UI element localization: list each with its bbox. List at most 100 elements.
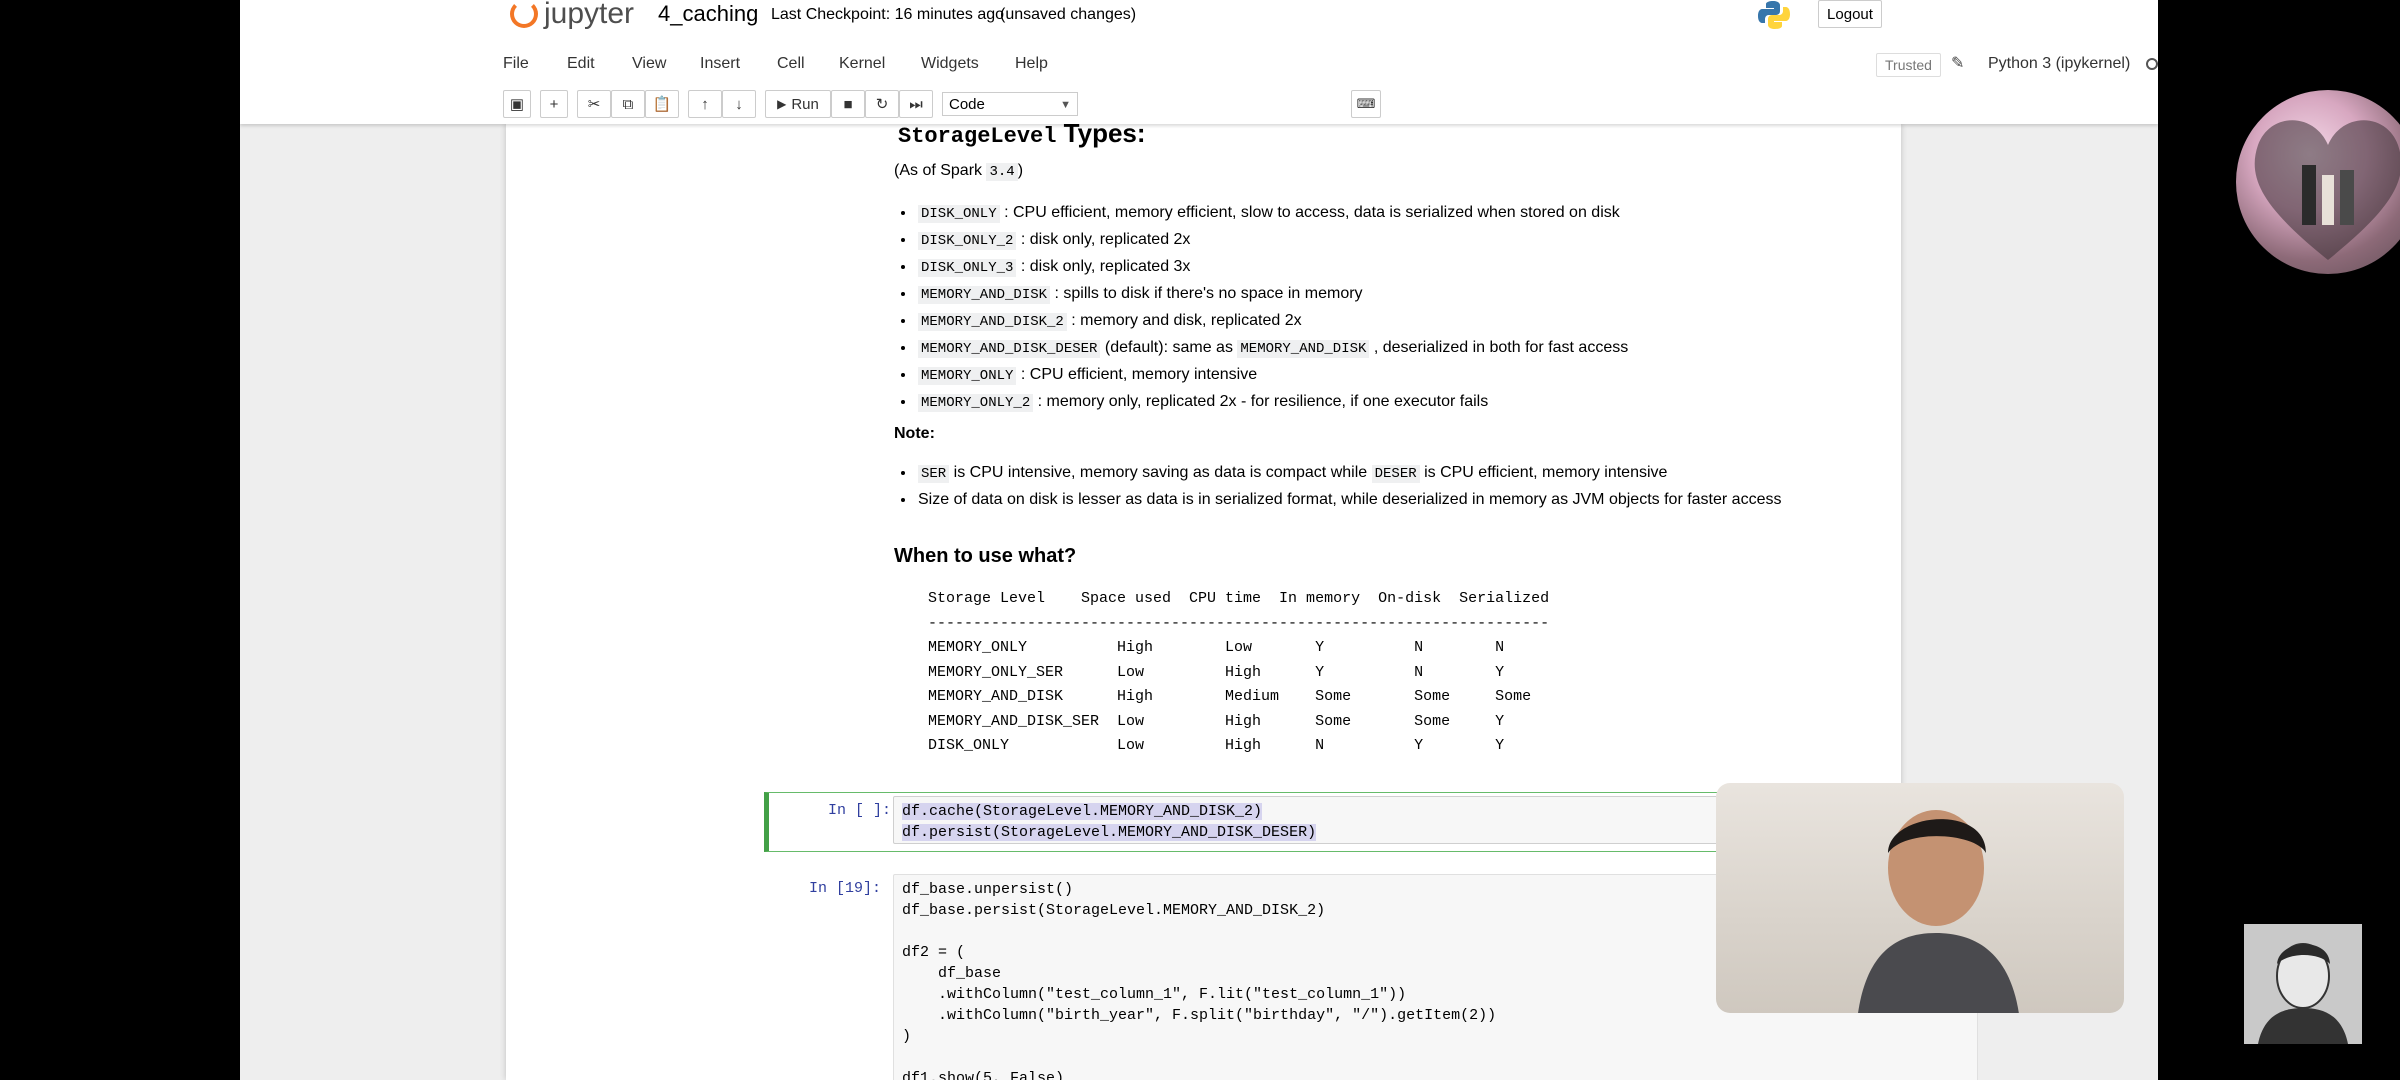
paste-button[interactable]: 📋: [645, 90, 679, 118]
cell-type-select[interactable]: Code ▼: [942, 92, 1078, 116]
command-palette-button[interactable]: ⌨: [1351, 90, 1381, 118]
level-code: DISK_ONLY: [918, 205, 1000, 223]
level-desc: : disk only, replicated 3x: [1016, 258, 1191, 275]
menu-edit[interactable]: Edit: [567, 50, 595, 78]
storage-level-list: DISK_ONLY : CPU efficient, memory effici…: [894, 200, 1628, 416]
level-code: MEMORY_ONLY_2: [918, 394, 1034, 412]
level-desc: (default): same as: [1100, 339, 1238, 356]
note-desc: Size of data on disk is lesser as data i…: [918, 491, 1782, 508]
heading-code: StorageLevel: [898, 124, 1057, 149]
level-code: MEMORY_AND_DISK_2: [918, 313, 1067, 331]
channel-avatar: [2244, 924, 2362, 1044]
menu-widgets[interactable]: Widgets: [921, 50, 979, 78]
restart-button[interactable]: ↻: [865, 90, 899, 118]
move-up-button[interactable]: ↑: [688, 90, 722, 118]
save-button[interactable]: ▣: [503, 90, 531, 118]
level-desc: : spills to disk if there's no space in …: [1050, 285, 1363, 302]
when-to-use-heading: When to use what?: [894, 545, 1077, 567]
as-of-suffix: ): [1017, 162, 1024, 179]
code-line: df1.show(5, False): [902, 1070, 1065, 1080]
note-code: DESER: [1371, 465, 1420, 483]
unsaved-indicator: (unsaved changes): [1000, 6, 1137, 23]
menu-bar: File Edit View Insert Cell Kernel Widget…: [503, 50, 2158, 78]
jupyter-logo-icon: [510, 0, 538, 28]
level-desc: : memory and disk, replicated 2x: [1066, 312, 1302, 329]
level-desc: : CPU efficient, memory intensive: [1016, 366, 1258, 383]
note-label-text: Note: [894, 425, 930, 442]
notes-list: SER is CPU intensive, memory saving as d…: [894, 460, 1781, 512]
interrupt-button[interactable]: ■: [831, 90, 865, 118]
list-item: Size of data on disk is lesser as data i…: [916, 487, 1781, 512]
cell-prompt: In [ ]:: [827, 802, 891, 819]
paste-icon: 📋: [652, 96, 672, 113]
logout-button[interactable]: Logout: [1818, 0, 1882, 28]
menu-help[interactable]: Help: [1015, 50, 1048, 78]
level-code: DISK_ONLY_3: [918, 259, 1017, 277]
cell-type-value: Code: [949, 96, 985, 113]
copy-icon: ⧉: [622, 95, 634, 113]
keyboard-icon: ⌨: [1356, 96, 1376, 111]
code-line: .withColumn("birth_year", F.split("birth…: [902, 1007, 1497, 1024]
spark-version-note: (As of Spark 3.4): [894, 162, 1024, 181]
level-desc: , deserialized in both for fast access: [1369, 339, 1629, 356]
code-line: ): [902, 1028, 912, 1045]
cut-button[interactable]: ✂: [577, 90, 611, 118]
list-item: DISK_ONLY_2 : disk only, replicated 2x: [916, 227, 1628, 254]
level-code: MEMORY_ONLY: [918, 367, 1017, 385]
chevron-down-icon: ▼: [1060, 99, 1071, 111]
notebook-name[interactable]: 4_caching: [658, 0, 758, 28]
level-code: MEMORY_AND_DISK: [1237, 340, 1370, 358]
profile-avatar: [2236, 90, 2400, 274]
level-code: MEMORY_AND_DISK_DESER: [918, 340, 1101, 358]
menu-file[interactable]: File: [503, 50, 529, 78]
arrow-up-icon: ↑: [701, 95, 709, 113]
kernel-name[interactable]: Python 3 (ipykernel): [1988, 50, 2130, 78]
list-item: MEMORY_AND_DISK_2 : memory and disk, rep…: [916, 308, 1628, 335]
pencil-icon[interactable]: ✎: [1951, 53, 1964, 73]
code-line: df.cache(StorageLevel.MEMORY_AND_DISK_2): [902, 803, 1263, 820]
code-line: df_base: [902, 965, 1002, 982]
restart-run-all-button[interactable]: ⏭: [899, 90, 933, 118]
arrow-down-icon: ↓: [735, 95, 743, 113]
run-button[interactable]: ▶ Run: [765, 90, 831, 118]
note-desc: is CPU efficient, memory intensive: [1419, 464, 1668, 481]
kernel-idle-icon: [2146, 58, 2158, 70]
level-code: DISK_ONLY_2: [918, 232, 1017, 250]
code-line: df_base.unpersist(): [902, 881, 1074, 898]
play-icon: ▶: [777, 97, 787, 111]
heart-photo-icon: [2254, 120, 2400, 260]
level-desc: : memory only, replicated 2x - for resil…: [1033, 393, 1489, 410]
save-icon: ▣: [509, 96, 525, 113]
list-item: MEMORY_AND_DISK : spills to disk if ther…: [916, 281, 1628, 308]
notebook-page: StorageLevel Types: (As of Spark 3.4) DI…: [506, 118, 1978, 1080]
menu-view[interactable]: View: [632, 50, 666, 78]
menu-cell[interactable]: Cell: [777, 50, 805, 78]
jupyter-logo[interactable]: jupyter: [510, 0, 634, 34]
cell-prompt: In [19]:: [808, 880, 881, 897]
plus-icon: +: [549, 95, 559, 113]
level-desc: : disk only, replicated 2x: [1016, 231, 1191, 248]
presenter-video: [1858, 810, 2019, 1013]
move-down-button[interactable]: ↓: [722, 90, 756, 118]
level-desc: : CPU efficient, memory efficient, slow …: [999, 204, 1620, 221]
as-of-prefix: (As of Spark: [894, 162, 987, 179]
list-item: SER is CPU intensive, memory saving as d…: [916, 460, 1781, 487]
note-label: Note:: [894, 425, 935, 442]
list-item: DISK_ONLY_3 : disk only, replicated 3x: [916, 254, 1628, 281]
spark-version: 3.4: [986, 163, 1018, 181]
notebook-toolbar: ▣ + ✂ ⧉ 📋 ↑ ↓ ▶ Run ■ ↻ ⏭ Code ▼ ⌨: [503, 90, 1703, 120]
menu-kernel[interactable]: Kernel: [839, 50, 885, 78]
list-item: MEMORY_ONLY : CPU efficient, memory inte…: [916, 362, 1628, 389]
list-item: MEMORY_AND_DISK_DESER (default): same as…: [916, 335, 1628, 362]
stop-icon: ■: [843, 95, 853, 113]
jupyter-logo-text: jupyter: [544, 0, 635, 30]
menu-insert[interactable]: Insert: [700, 50, 740, 78]
webcam-overlay: [1716, 783, 2124, 1013]
insert-cell-button[interactable]: +: [540, 90, 568, 118]
list-item: MEMORY_ONLY_2 : memory only, replicated …: [916, 389, 1628, 416]
trusted-badge[interactable]: Trusted: [1876, 53, 1941, 77]
notebook-header: jupyter 4_caching Last Checkpoint: 16 mi…: [240, 0, 2158, 124]
python-logo-icon: [1758, 1, 1790, 29]
list-item: DISK_ONLY : CPU efficient, memory effici…: [916, 200, 1628, 227]
copy-button[interactable]: ⧉: [611, 90, 645, 118]
